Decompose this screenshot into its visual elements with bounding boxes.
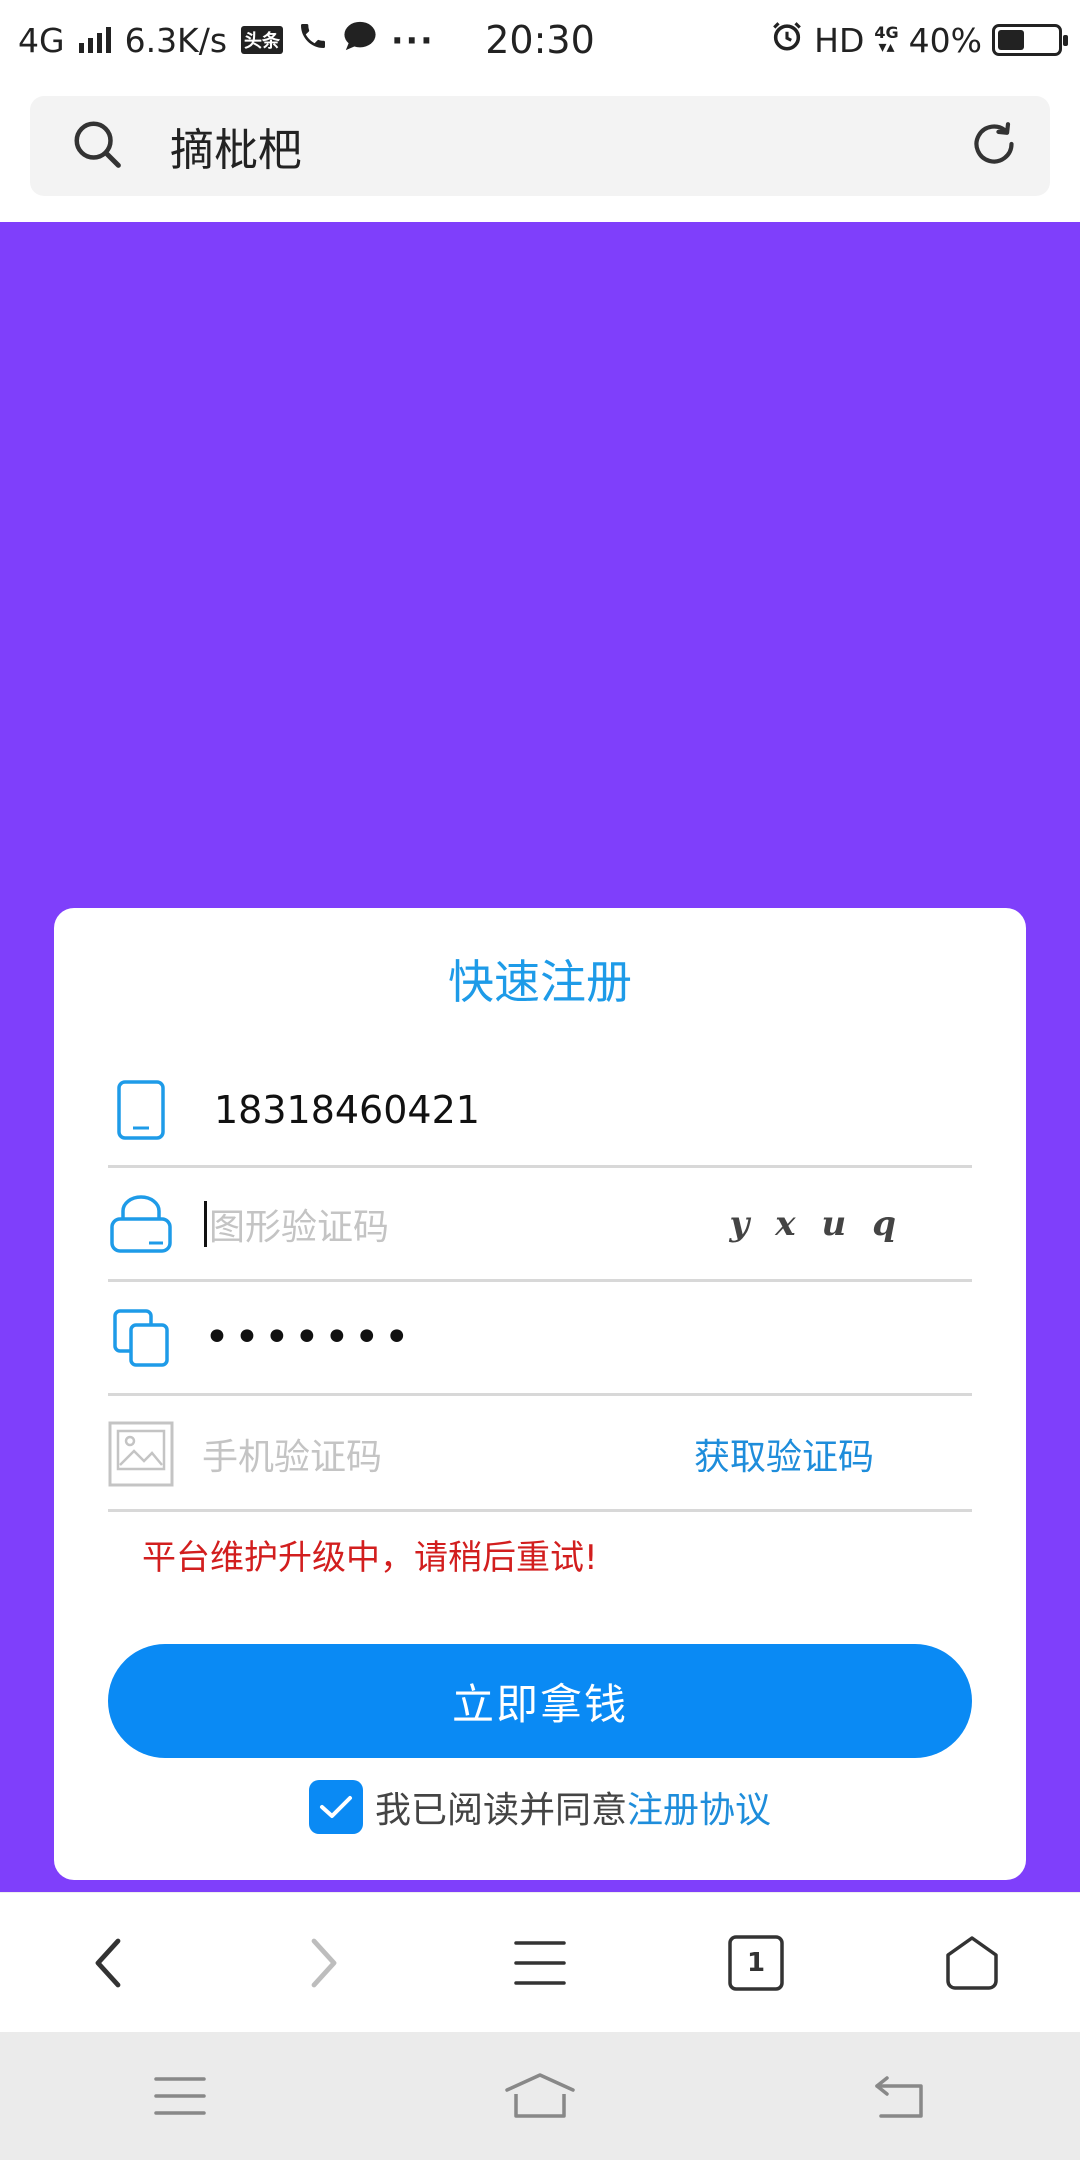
image-icon [108, 1421, 174, 1487]
hd-label: HD [814, 20, 865, 60]
reload-icon[interactable] [966, 116, 1022, 176]
sms-row[interactable]: 手机验证码 获取验证码 [108, 1398, 972, 1512]
password-row[interactable]: ••••••• [108, 1282, 972, 1396]
hd-network-icon: 4G ▾▴ [874, 23, 899, 56]
message-icon [343, 20, 377, 60]
menu-icon[interactable] [490, 1913, 590, 2013]
forward-icon[interactable] [274, 1913, 374, 2013]
recent-apps-icon[interactable] [120, 2046, 240, 2146]
captcha-input[interactable]: 图形验证码 [209, 1198, 389, 1250]
more-notifications-icon: ··· [391, 20, 435, 60]
back-icon[interactable] [58, 1913, 158, 2013]
address-text[interactable]: 摘枇杷 [170, 114, 302, 178]
captcha-row[interactable]: 图形验证码 yxuq [108, 1168, 972, 1282]
home-icon[interactable] [922, 1913, 1022, 2013]
address-bar[interactable]: 摘枇杷 [30, 96, 1050, 196]
register-title: 快速注册 [448, 955, 632, 1009]
tabs-icon[interactable]: 1 [706, 1913, 806, 2013]
toutiao-icon: 头条 [241, 26, 284, 54]
captcha-image[interactable]: yxuq [729, 1204, 922, 1244]
tabs-count: 1 [746, 1947, 766, 1978]
copy-icon [108, 1305, 174, 1371]
agreement-link[interactable]: 注册协议 [627, 1781, 771, 1833]
network-type: 4G [18, 20, 65, 60]
battery-icon [992, 24, 1068, 56]
signal-icon [78, 27, 111, 53]
password-input[interactable]: ••••••• [204, 1312, 414, 1363]
system-back-icon[interactable] [840, 2046, 960, 2146]
text-caret [204, 1200, 207, 1247]
error-message: 平台维护升级中，请稍后重试! [142, 1538, 598, 1578]
status-left: 4G 6.3K/s 头条 ··· [18, 20, 435, 60]
submit-button[interactable]: 立即拿钱 [108, 1644, 972, 1758]
get-code-button[interactable]: 获取验证码 [694, 1428, 874, 1480]
alarm-icon [770, 19, 804, 61]
status-right: HD 4G ▾▴ 40% [770, 19, 1068, 61]
search-icon[interactable] [70, 117, 124, 175]
agree-text: 我已阅读并同意 [374, 1790, 627, 1831]
status-bar: 4G 6.3K/s 头条 ··· 20:30 HD 4G ▾▴ 40% [0, 0, 1080, 80]
sms-code-input[interactable]: 手机验证码 [202, 1428, 382, 1480]
phone-row[interactable]: 18318460421 [108, 1054, 972, 1168]
browser-toolbar: 1 [0, 1892, 1080, 2032]
system-nav-bar [0, 2032, 1080, 2160]
system-home-icon[interactable] [480, 2046, 600, 2146]
lock-icon [108, 1191, 174, 1257]
register-card: 快速注册 18318460421 图形验证码 yxuq ••••••• 手机验证… [54, 908, 1026, 1880]
battery-percent: 40% [908, 20, 982, 60]
agree-checkbox[interactable] [308, 1780, 363, 1834]
agreement: 我已阅读并同意 注册协议 [54, 1780, 1026, 1834]
phone-input[interactable]: 18318460421 [214, 1088, 480, 1132]
phone-device-icon [108, 1077, 174, 1143]
network-speed: 6.3K/s [124, 20, 228, 60]
phone-icon [297, 20, 329, 60]
